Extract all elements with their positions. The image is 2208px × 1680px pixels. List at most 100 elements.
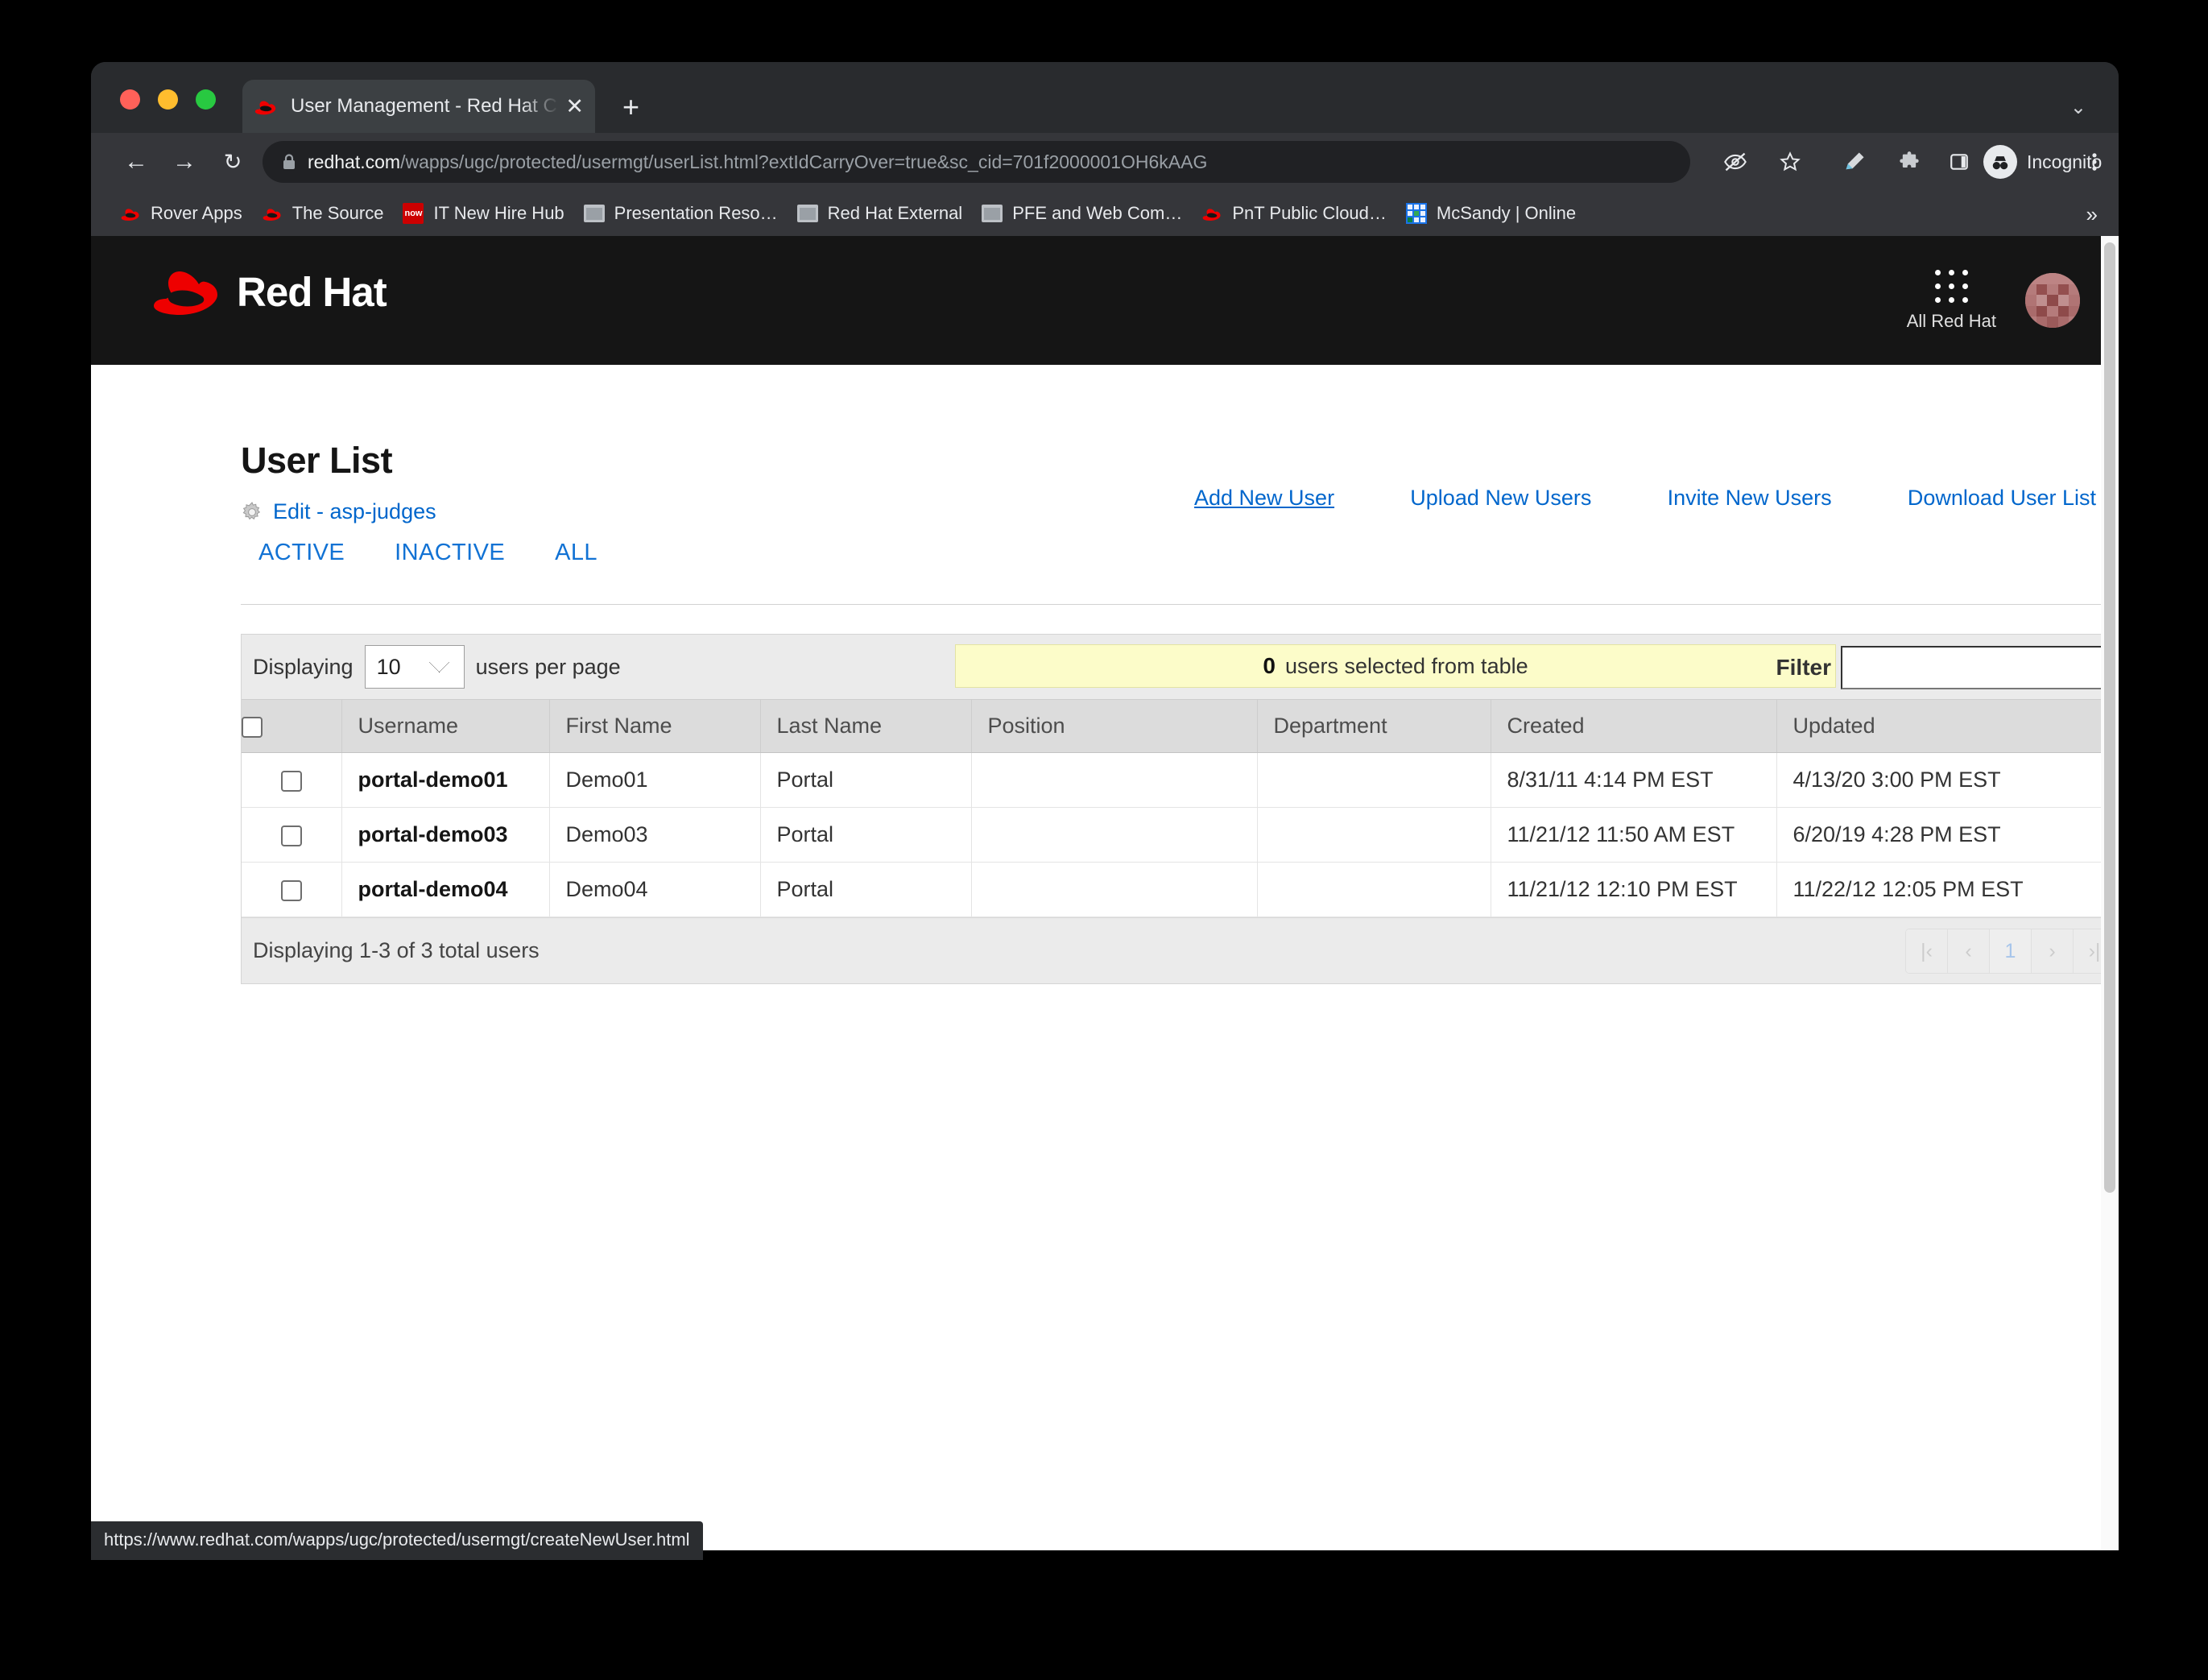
column-header-first-name[interactable]: First Name xyxy=(549,699,761,753)
table-row[interactable]: portal-demo04 Demo04 Portal 11/21/12 12:… xyxy=(242,862,2119,917)
page-title: User List xyxy=(241,440,393,481)
download-user-list-link[interactable]: Download User List xyxy=(1908,486,2096,511)
column-header-created[interactable]: Created xyxy=(1491,699,1777,753)
folder-icon xyxy=(982,205,1003,222)
brand-name: Red Hat xyxy=(237,268,387,315)
upload-new-users-link[interactable]: Upload New Users xyxy=(1410,486,1591,511)
table-header: Username First Name Last Name Position D… xyxy=(242,699,2119,753)
bookmark-pfe-and-web-com[interactable]: PFE and Web Com… xyxy=(972,194,1192,233)
table-header-row: Username First Name Last Name Position D… xyxy=(242,699,2119,753)
cell-created: 8/31/11 4:14 PM EST xyxy=(1491,752,1777,808)
reload-button[interactable]: ↻ xyxy=(217,146,249,178)
browser-tab[interactable]: User Management - Red Hat C ✕ xyxy=(242,80,595,133)
all-redhat-button[interactable]: All Red Hat xyxy=(1906,269,1996,332)
bookmark-presentation-resources[interactable]: Presentation Reso… xyxy=(574,194,788,233)
row-select-cell[interactable] xyxy=(242,752,342,808)
column-header-updated[interactable]: Updated xyxy=(1776,699,2119,753)
scrollbar-thumb[interactable] xyxy=(2104,242,2115,1193)
tab-inactive[interactable]: INACTIVE xyxy=(395,540,505,566)
edit-account-row[interactable]: Edit - asp-judges xyxy=(241,499,436,524)
cell-position xyxy=(971,752,1258,808)
add-new-user-link[interactable]: Add New User xyxy=(1194,486,1334,511)
address-bar[interactable]: redhat.com/wapps/ugc/protected/usermgt/u… xyxy=(263,141,1690,183)
select-all-header[interactable] xyxy=(242,699,342,753)
servicenow-now-icon: now xyxy=(403,203,424,224)
minimize-window-button[interactable] xyxy=(158,89,178,110)
forward-button[interactable]: → xyxy=(168,146,201,178)
bookmark-mcsandy-online[interactable]: McSandy | Online xyxy=(1396,194,1586,233)
table-row[interactable]: portal-demo03 Demo03 Portal 11/21/12 11:… xyxy=(242,807,2119,863)
page-1-button[interactable]: 1 xyxy=(1990,929,2032,973)
bookmark-label: PnT Public Cloud… xyxy=(1232,203,1387,223)
redhat-masthead: Red Hat All Red Hat xyxy=(91,236,2119,365)
tab-active[interactable]: ACTIVE xyxy=(258,540,345,566)
star-icon[interactable] xyxy=(1774,146,1806,178)
all-redhat-label: All Red Hat xyxy=(1906,310,1996,331)
close-icon[interactable]: ✕ xyxy=(565,95,584,118)
cell-username: portal-demo04 xyxy=(341,862,550,917)
side-panel-icon[interactable] xyxy=(1943,146,1975,178)
back-button[interactable]: ← xyxy=(120,146,152,178)
invite-new-users-link[interactable]: Invite New Users xyxy=(1668,486,1832,511)
chevron-down-icon[interactable]: ⌄ xyxy=(2070,96,2086,119)
bookmark-the-source[interactable]: The Source xyxy=(252,194,394,233)
table-footer: Displaying 1-3 of 3 total users |‹ ‹ 1 ›… xyxy=(242,917,2119,983)
bookmark-it-new-hire-hub[interactable]: now IT New Hire Hub xyxy=(393,194,573,233)
selected-count-text: users selected from table xyxy=(1284,653,1528,678)
row-checkbox[interactable] xyxy=(280,770,302,792)
row-select-cell[interactable] xyxy=(242,862,342,917)
kebab-menu-icon[interactable] xyxy=(2078,146,2111,178)
pen-highlighter-icon[interactable] xyxy=(1838,146,1871,178)
first-page-button[interactable]: |‹ xyxy=(1906,929,1948,973)
prev-page-button[interactable]: ‹ xyxy=(1948,929,1990,973)
per-page-suffix-label: users per page xyxy=(475,654,621,679)
row-select-cell[interactable] xyxy=(242,807,342,863)
url-domain: redhat.com xyxy=(308,151,401,172)
cell-username: portal-demo01 xyxy=(341,752,550,808)
eye-crossed-icon[interactable] xyxy=(1719,146,1751,178)
close-window-button[interactable] xyxy=(120,89,140,110)
cell-department xyxy=(1257,752,1491,808)
select-all-checkbox[interactable] xyxy=(242,716,263,738)
redhat-favicon-icon xyxy=(254,94,278,118)
cell-last-name: Portal xyxy=(760,807,972,863)
page-scrollbar[interactable] xyxy=(2101,236,2119,1550)
extensions-puzzle-icon[interactable] xyxy=(1893,146,1925,178)
cell-updated: 6/20/19 4:28 PM EST xyxy=(1776,807,2119,863)
bookmark-label: Presentation Reso… xyxy=(614,203,778,223)
column-header-username[interactable]: Username xyxy=(341,699,550,753)
cell-department xyxy=(1257,807,1491,863)
column-header-last-name[interactable]: Last Name xyxy=(760,699,972,753)
cell-updated: 4/13/20 3:00 PM EST xyxy=(1776,752,2119,808)
filter-group: Filter xyxy=(1776,646,2119,689)
new-tab-button[interactable]: + xyxy=(622,93,639,122)
lock-icon xyxy=(282,153,296,171)
redhat-logo[interactable]: Red Hat xyxy=(151,267,387,317)
avatar[interactable] xyxy=(2025,273,2080,328)
column-header-position[interactable]: Position xyxy=(971,699,1258,753)
redhat-shadowman-logo xyxy=(151,267,219,317)
cell-updated: 11/22/12 12:05 PM EST xyxy=(1776,862,2119,917)
tab-all[interactable]: ALL xyxy=(555,540,597,566)
edit-account-link[interactable]: Edit - asp-judges xyxy=(273,499,436,524)
url-text: redhat.com/wapps/ugc/protected/usermgt/u… xyxy=(308,151,1207,173)
bookmark-label: Red Hat External xyxy=(827,203,963,223)
table-row[interactable]: portal-demo01 Demo01 Portal 8/31/11 4:14… xyxy=(242,752,2119,808)
spreadsheet-grid-icon xyxy=(1405,203,1427,224)
next-page-button[interactable]: › xyxy=(2032,929,2074,973)
bookmark-rover-apps[interactable]: Rover Apps xyxy=(110,194,252,233)
status-bar-url: https://www.redhat.com/wapps/ugc/protect… xyxy=(91,1521,703,1560)
bookmark-pnt-public-cloud[interactable]: PnT Public Cloud… xyxy=(1192,194,1396,233)
bookmarks-overflow-button[interactable]: » xyxy=(2086,202,2098,227)
displaying-label: Displaying xyxy=(253,654,354,679)
page-action-links: Add New User Upload New Users Invite New… xyxy=(1194,486,2096,511)
column-header-department[interactable]: Department xyxy=(1257,699,1491,753)
bookmark-red-hat-external[interactable]: Red Hat External xyxy=(788,194,973,233)
row-checkbox[interactable] xyxy=(280,825,302,846)
filter-input[interactable] xyxy=(1841,646,2119,689)
maximize-window-button[interactable] xyxy=(196,89,216,110)
row-checkbox[interactable] xyxy=(280,879,302,901)
per-page-select[interactable]: 10 25 50 100 xyxy=(364,645,465,689)
redhat-favicon-icon xyxy=(120,203,141,224)
cell-created: 11/21/12 11:50 AM EST xyxy=(1491,807,1777,863)
